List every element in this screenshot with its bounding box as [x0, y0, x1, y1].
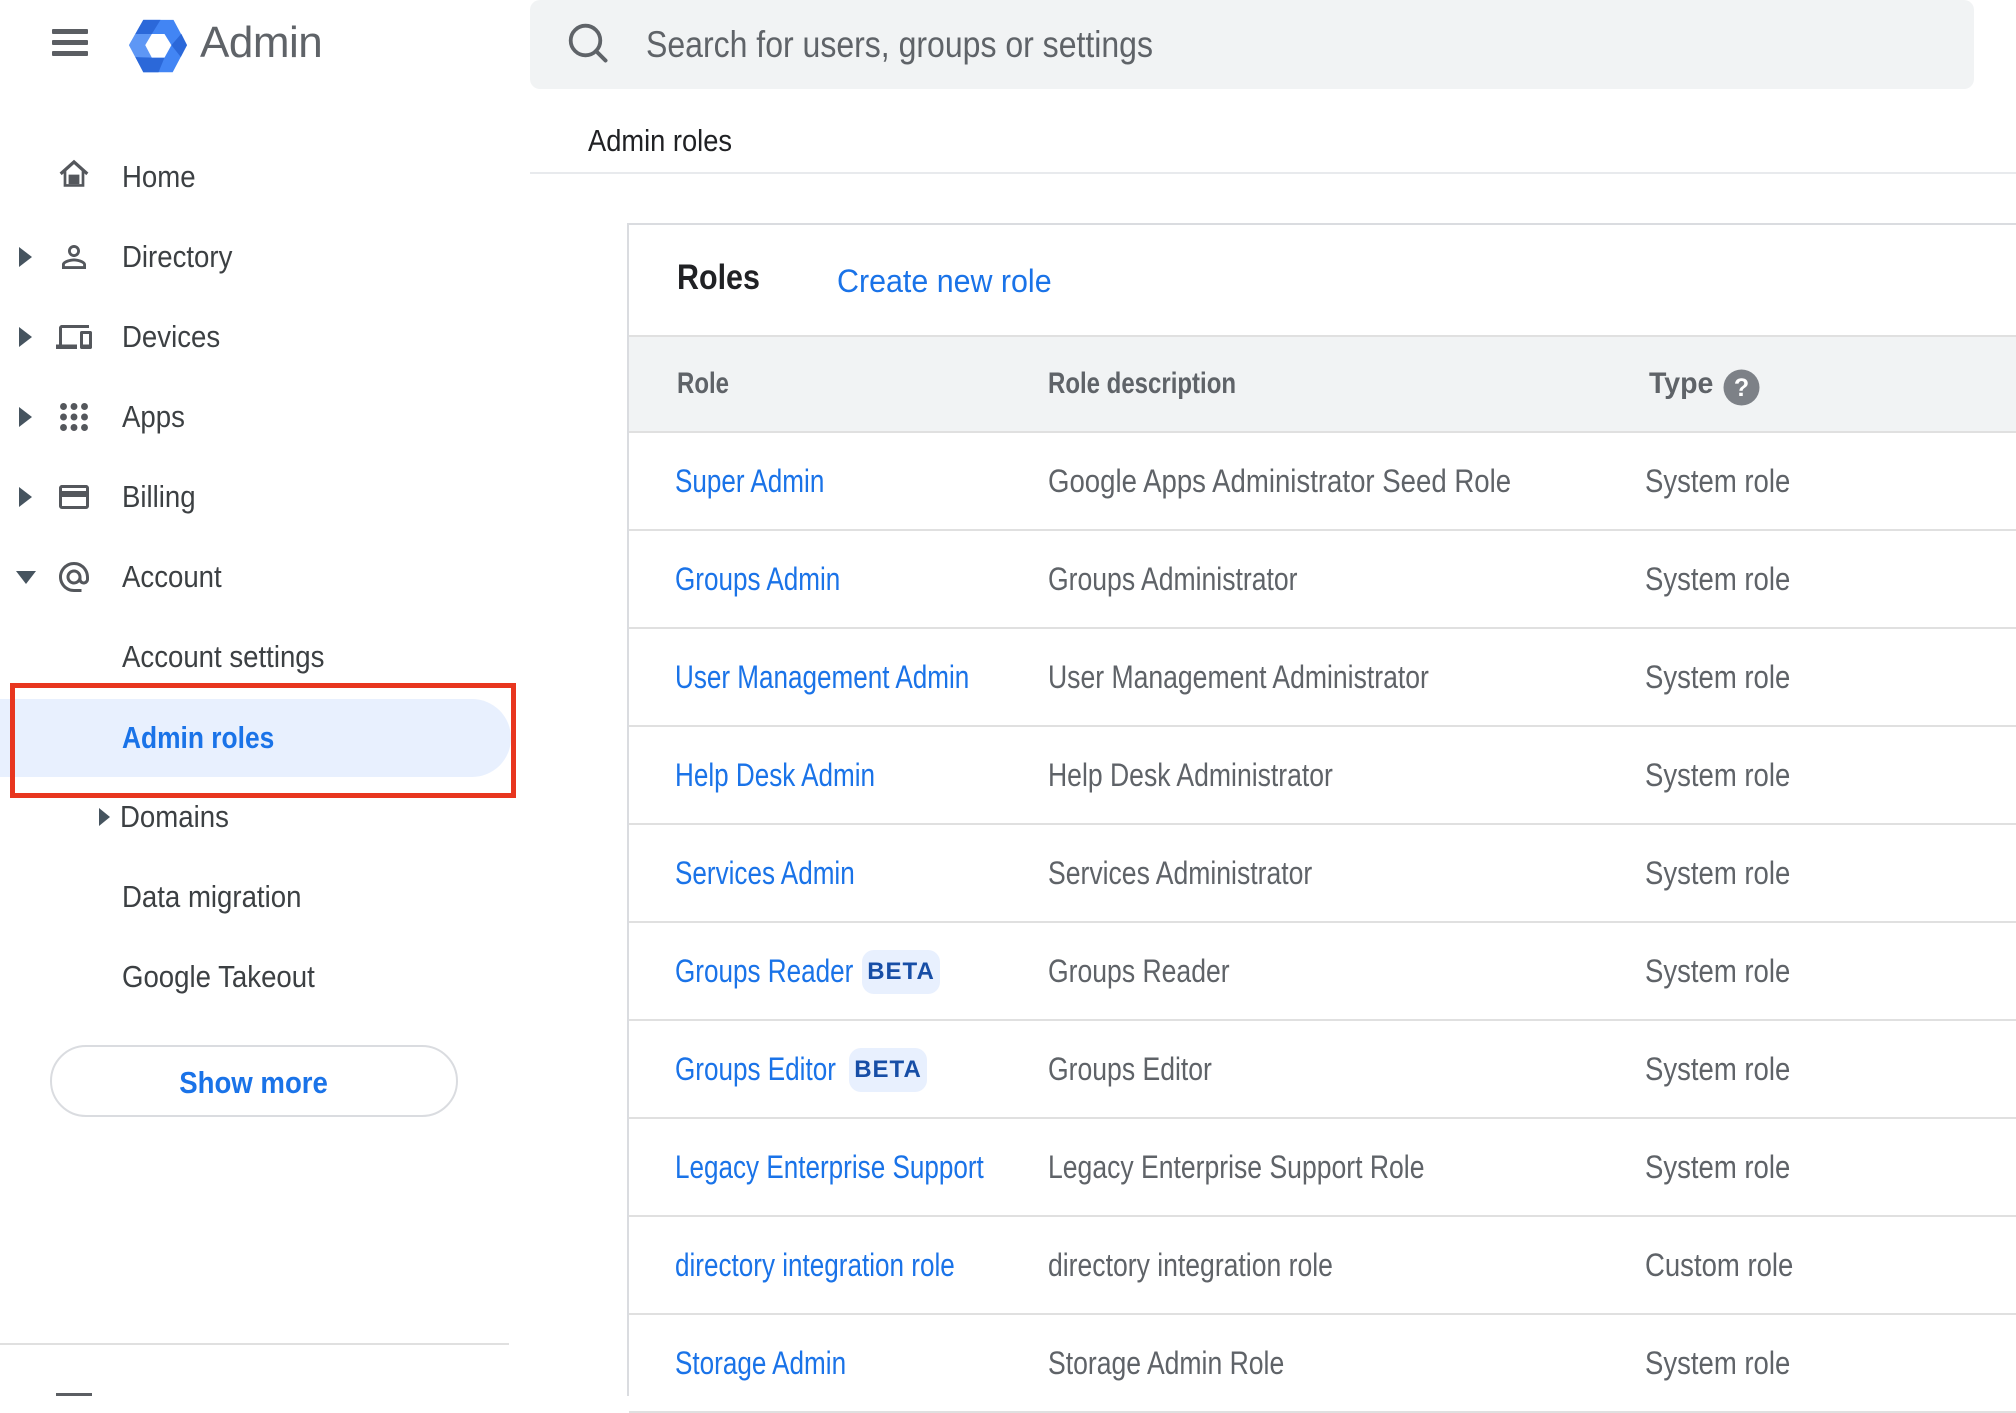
svg-text:?: ?	[1734, 374, 1749, 402]
